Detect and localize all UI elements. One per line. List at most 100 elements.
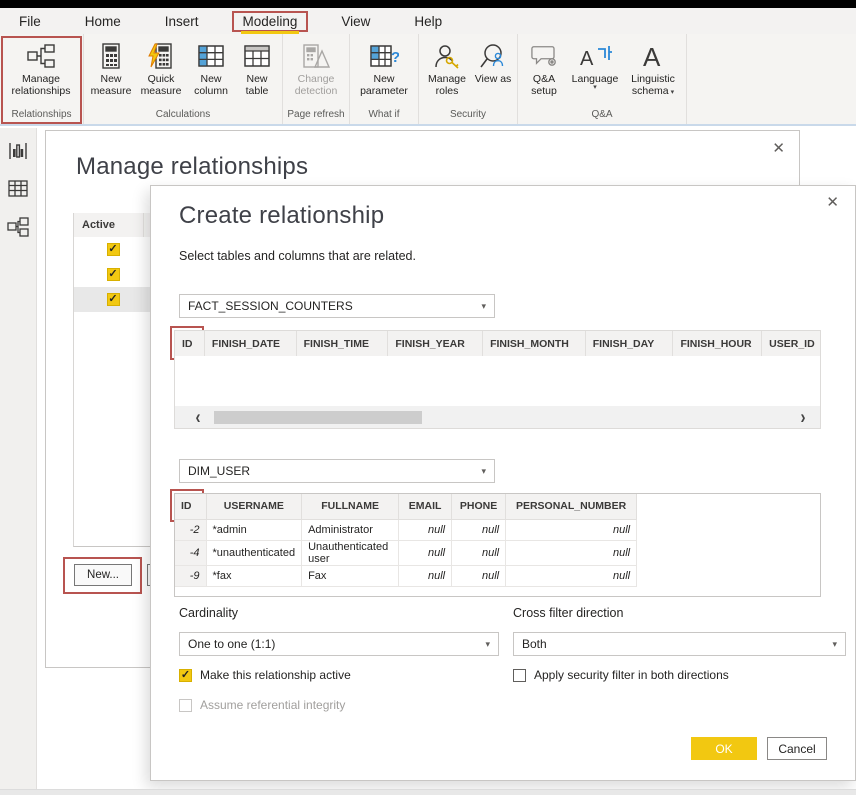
language-button[interactable]: A Language ▾ <box>567 37 623 90</box>
manage-relationships-label: Manage relationships <box>3 73 79 98</box>
column-header[interactable]: FINISH_HOUR <box>673 331 762 356</box>
option-security-filter[interactable]: Apply security filter in both directions <box>513 668 729 682</box>
powerbi-window: File Home Insert Modeling View Help <box>0 0 856 795</box>
relationships-list: Active ✓ ✓ ✓ <box>73 213 151 547</box>
active-column-header[interactable]: Active <box>74 213 143 237</box>
menu-help[interactable]: Help <box>403 11 453 32</box>
group-label-relationships: Relationships <box>3 107 80 124</box>
horizontal-scrollbar[interactable]: ‹ › <box>175 406 820 428</box>
linguistic-schema-label: Linguistic schema▾ <box>623 73 683 98</box>
view-as-button[interactable]: View as <box>472 37 514 85</box>
cell-personal-number: null <box>506 540 637 565</box>
column-header[interactable]: FINISH_DATE <box>205 331 297 356</box>
change-detection-button: Change detection <box>286 37 346 98</box>
cell-personal-number: null <box>506 565 637 586</box>
menu-view[interactable]: View <box>330 11 381 32</box>
manage-relationships-button[interactable]: Manage relationships <box>3 37 79 98</box>
qa-setup-button[interactable]: Q&A setup <box>521 37 567 98</box>
cross-filter-dropdown[interactable]: Both ▾ <box>513 632 846 656</box>
menu-insert[interactable]: Insert <box>154 11 210 32</box>
column-header[interactable]: FINISH_TIME <box>297 331 389 356</box>
column-header[interactable]: USER_ID <box>762 331 820 356</box>
new-parameter-button[interactable]: ? New parameter <box>353 37 415 98</box>
menu-file[interactable]: File <box>8 11 52 32</box>
checkbox-checked[interactable]: ✓ <box>179 669 192 682</box>
change-detection-icon <box>301 40 331 72</box>
quick-measure-label: Quick measure <box>135 73 187 98</box>
svg-text:?: ? <box>391 49 399 66</box>
column-header[interactable]: FULLNAME <box>302 494 399 519</box>
option-referential-integrity-label: Assume referential integrity <box>200 698 345 712</box>
linguistic-schema-icon: A <box>641 40 665 72</box>
active-checkbox-checked[interactable]: ✓ <box>107 243 120 256</box>
relationship-row-selected[interactable]: ✓ <box>74 287 152 312</box>
quick-measure-button[interactable]: Quick measure <box>135 37 187 98</box>
fact-table-empty-body <box>175 356 820 406</box>
column-header[interactable]: ID <box>175 494 206 519</box>
manage-roles-button[interactable]: Manage roles <box>422 37 472 98</box>
active-checkbox-checked[interactable]: ✓ <box>107 293 120 306</box>
column-header[interactable]: PHONE <box>452 494 506 519</box>
column-header[interactable]: FINISH_MONTH <box>483 331 586 356</box>
window-titlebar <box>0 0 856 8</box>
table1-select-dropdown[interactable]: FACT_SESSION_COUNTERS ▾ <box>179 294 495 318</box>
option-referential-integrity: Assume referential integrity <box>179 698 345 712</box>
cancel-button[interactable]: Cancel <box>767 737 827 760</box>
cross-filter-value: Both <box>522 637 547 651</box>
linguistic-schema-button[interactable]: A Linguistic schema▾ <box>623 37 683 98</box>
menu-modeling-label: Modeling <box>243 14 298 29</box>
table2-select-dropdown[interactable]: DIM_USER ▾ <box>179 459 495 483</box>
data-view-icon[interactable] <box>8 180 28 197</box>
cell-fullname: Unauthenticated user <box>302 540 399 565</box>
create-dialog-title: Create relationship <box>179 202 384 230</box>
group-label-calculations: Calculations <box>87 107 279 124</box>
ribbon-group-security: Manage roles View as Security <box>419 34 518 124</box>
new-column-button[interactable]: New column <box>187 37 235 98</box>
dropdown-caret-icon: ▾ <box>481 466 486 477</box>
menu-bar: File Home Insert Modeling View Help <box>0 8 856 34</box>
option-make-active[interactable]: ✓ Make this relationship active <box>179 668 351 682</box>
manage-roles-label: Manage roles <box>422 73 472 98</box>
create-relationship-dialog: Create relationship ✕ Select tables and … <box>150 185 856 781</box>
quick-measure-icon <box>147 40 175 72</box>
group-label-what-if: What if <box>353 107 415 124</box>
scrollbar-thumb[interactable] <box>214 411 422 424</box>
view-as-label: View as <box>475 73 512 85</box>
svg-text:A: A <box>580 48 594 69</box>
relationship-row[interactable]: ✓ <box>74 237 152 262</box>
new-relationship-button[interactable]: New... <box>74 564 132 586</box>
cardinality-dropdown[interactable]: One to one (1:1) ▾ <box>179 632 499 656</box>
create-dialog-close-icon[interactable]: ✕ <box>826 195 839 210</box>
new-table-label: New table <box>235 73 279 98</box>
new-parameter-label: New parameter <box>353 73 415 98</box>
dropdown-caret-icon: ▾ <box>481 301 486 312</box>
cell-id: -4 <box>175 540 206 565</box>
manage-dialog-title: Manage relationships <box>76 153 308 181</box>
new-measure-button[interactable]: New measure <box>87 37 135 98</box>
new-table-button[interactable]: New table <box>235 37 279 98</box>
model-view-icon[interactable] <box>7 217 29 237</box>
menu-home[interactable]: Home <box>74 11 132 32</box>
table-row: -2 *admin Administrator null null null <box>175 519 637 540</box>
menu-modeling[interactable]: Modeling <box>232 11 309 32</box>
scroll-right-icon[interactable]: › <box>792 406 814 428</box>
group-label-security: Security <box>422 107 514 124</box>
cell-fullname: Fax <box>302 565 399 586</box>
option-security-filter-label: Apply security filter in both directions <box>534 668 729 682</box>
column-header[interactable]: PERSONAL_NUMBER <box>506 494 637 519</box>
ribbon-group-qa: Q&A setup A Language ▾ A <box>518 34 687 124</box>
relationship-row[interactable]: ✓ <box>74 262 152 287</box>
column-header[interactable]: FINISH_YEAR <box>388 331 483 356</box>
scroll-left-icon[interactable]: ‹ <box>187 406 209 428</box>
fact-table-preview: ID FINISH_DATE FINISH_TIME FINISH_YEAR F… <box>174 330 821 429</box>
active-checkbox-checked[interactable]: ✓ <box>107 268 120 281</box>
column-header[interactable]: FINISH_DAY <box>586 331 674 356</box>
checkbox-unchecked[interactable] <box>513 669 526 682</box>
column-header[interactable]: USERNAME <box>206 494 302 519</box>
column-header[interactable]: EMAIL <box>399 494 452 519</box>
cell-username: *fax <box>206 565 302 586</box>
report-view-icon[interactable] <box>8 142 28 160</box>
ok-button[interactable]: OK <box>691 737 757 760</box>
manage-dialog-close-icon[interactable]: ✕ <box>772 141 785 156</box>
column-header[interactable]: ID <box>175 331 205 356</box>
